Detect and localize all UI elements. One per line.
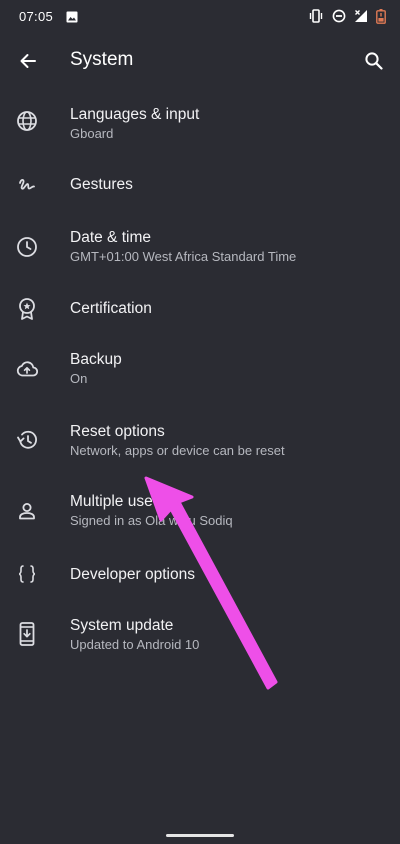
setting-title: Certification (70, 300, 152, 317)
setting-title: Multiple use (70, 493, 153, 510)
battery-icon (376, 8, 386, 24)
status-icons (308, 8, 386, 24)
do-not-disturb-icon (332, 9, 346, 23)
person-icon (14, 498, 40, 524)
setting-title: Languages & input (70, 106, 200, 123)
setting-subtitle: Updated to Android 10 (70, 637, 200, 652)
search-icon (365, 52, 383, 70)
page-title: System (70, 49, 134, 70)
image-icon (66, 10, 78, 23)
setting-subtitle: Signed in as Ola waju Sodiq (70, 513, 233, 528)
setting-item-date-time[interactable]: Date & time GMT+01:00 West Africa Standa… (0, 226, 400, 292)
setting-title: Backup (70, 351, 122, 368)
clock-icon (14, 234, 40, 260)
setting-item-multiple-users[interactable]: Multiple use Signed in as Ola waju Sodiq (0, 492, 400, 558)
setting-title: Reset options (70, 423, 165, 440)
search-button[interactable] (360, 47, 388, 75)
setting-title: Developer options (70, 566, 195, 583)
setting-title: Gestures (70, 176, 133, 193)
status-bar: 07:05 (0, 0, 400, 34)
setting-title: Date & time (70, 229, 151, 246)
setting-item-system-update[interactable]: System update Updated to Android 10 (0, 616, 400, 682)
history-icon (14, 427, 40, 453)
setting-subtitle: Network, apps or device can be reset (70, 443, 285, 458)
setting-subtitle: Gboard (70, 126, 114, 141)
vibrate-icon (308, 9, 324, 23)
setting-subtitle: On (70, 371, 88, 386)
gesture-icon (14, 172, 40, 198)
setting-item-gestures[interactable]: Gestures (0, 168, 400, 234)
setting-item-backup[interactable]: Backup On (0, 350, 400, 416)
globe-icon (14, 108, 40, 134)
status-time: 07:05 (19, 9, 54, 24)
system-update-icon (14, 621, 40, 647)
back-button[interactable] (14, 47, 42, 75)
setting-title: System update (70, 617, 174, 634)
setting-item-reset-options[interactable]: Reset options Network, apps or device ca… (0, 420, 400, 486)
arrow-left-icon (20, 54, 36, 68)
setting-item-languages[interactable]: Languages & input Gboard (0, 98, 400, 164)
cloud-upload-icon (14, 356, 40, 382)
app-bar: System (0, 34, 400, 88)
braces-icon (14, 561, 40, 587)
badge-icon (14, 296, 40, 322)
setting-subtitle: GMT+01:00 West Africa Standard Time (70, 249, 297, 264)
gesture-nav-bar[interactable] (166, 834, 234, 837)
signal-x-icon (354, 9, 368, 23)
